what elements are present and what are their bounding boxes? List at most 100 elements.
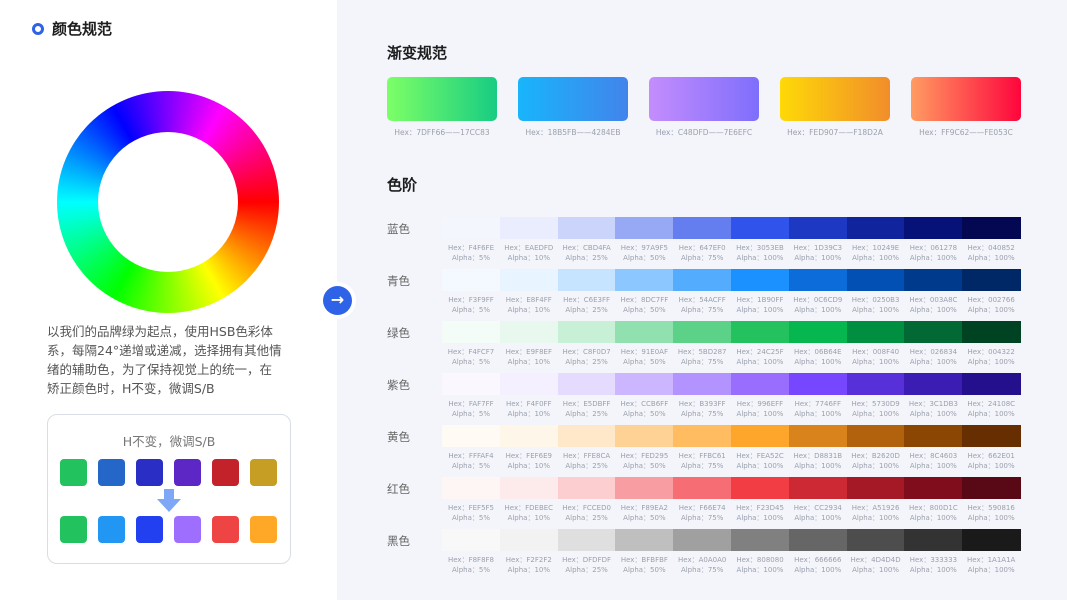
- scale-hex-label: Hex：C6E3FF: [563, 296, 611, 304]
- scale-swatch: [731, 425, 790, 447]
- scale-alpha-label: Alpha：25%: [565, 514, 608, 522]
- scale-swatch: [788, 529, 848, 551]
- scale-hex-label: Hex：662E01: [967, 452, 1015, 460]
- scale-hex-label: Hex：F4F6FE: [448, 244, 494, 252]
- scale-alpha-label: Alpha：100%: [736, 410, 784, 418]
- before-adjust-swatch: [212, 459, 239, 486]
- scale-alpha-label: Alpha：75%: [680, 514, 724, 522]
- scale-hex-label: Hex：54ACFF: [678, 296, 726, 304]
- scale-alpha-label: Alpha：100%: [852, 254, 900, 262]
- scale-hex-label: Hex：24108C: [967, 400, 1016, 408]
- scale-alpha-label: Alpha：50%: [623, 410, 666, 418]
- scale-swatch: [962, 269, 1021, 291]
- scale-swatch: [499, 269, 559, 291]
- scale-alpha-label: Alpha：50%: [623, 514, 666, 522]
- scale-hex-label: Hex：FEA52C: [736, 452, 784, 460]
- scale-hex-label: Hex：800D1C: [909, 504, 958, 512]
- scale-swatch: [904, 529, 963, 551]
- scale-swatch: [442, 373, 501, 395]
- scale-alpha-label: Alpha：100%: [736, 514, 784, 522]
- scale-hex-label: Hex：003A8C: [909, 296, 958, 304]
- next-arrow-button[interactable]: →: [323, 286, 352, 315]
- scale-hex-label: Hex：B393FF: [678, 400, 726, 408]
- scale-hex-label: Hex：F2F2F2: [505, 556, 552, 564]
- scale-section-title: 色阶: [387, 176, 418, 194]
- gradient-caption: Hex：C48DFD——7E6EFC: [655, 128, 753, 137]
- scale-swatch: [846, 373, 905, 395]
- before-adjust-swatch: [174, 459, 201, 486]
- scale-alpha-label: Alpha：100%: [736, 254, 784, 262]
- scale-swatch: [557, 425, 616, 447]
- gradient-swatch: [911, 77, 1021, 121]
- scale-hex-label: Hex：333333: [909, 556, 958, 564]
- scale-swatch: [904, 373, 963, 395]
- scale-hex-label: Hex：7746FF: [794, 400, 842, 408]
- scale-row-label: 蓝色: [387, 222, 410, 236]
- scale-swatch: [962, 425, 1021, 447]
- scale-hex-label: Hex：CBD4FA: [562, 244, 611, 252]
- scale-alpha-label: Alpha：100%: [852, 358, 900, 366]
- scale-hex-label: Hex：FFFAF4: [448, 452, 494, 460]
- scale-swatch: [904, 269, 963, 291]
- scale-row-label: 青色: [387, 274, 410, 288]
- scale-alpha-label: Alpha：10%: [507, 566, 551, 574]
- scale-swatch: [846, 477, 905, 499]
- scale-swatch: [442, 529, 501, 551]
- scale-hex-label: Hex：3C1DB3: [908, 400, 958, 408]
- scale-alpha-label: Alpha：100%: [736, 566, 784, 574]
- scale-hex-label: Hex：8C4603: [909, 452, 958, 460]
- scale-hex-label: Hex：3053EB: [736, 244, 784, 252]
- gradient-caption: Hex：FF9C62——FE053C: [919, 128, 1013, 137]
- scale-alpha-label: Alpha：5%: [451, 358, 490, 366]
- scale-alpha-label: Alpha：100%: [736, 306, 784, 314]
- scale-alpha-label: Alpha：5%: [451, 306, 490, 314]
- scale-swatch: [499, 529, 559, 551]
- scale-hex-label: Hex：F4FCF7: [447, 348, 495, 356]
- scale-row-label: 红色: [387, 482, 410, 496]
- before-adjust-swatch: [60, 459, 87, 486]
- scale-alpha-label: Alpha：100%: [794, 514, 842, 522]
- scale-alpha-label: Alpha：25%: [565, 306, 608, 314]
- scale-alpha-label: Alpha：25%: [565, 358, 608, 366]
- scale-hex-label: Hex：E9F8EF: [505, 348, 552, 356]
- scale-alpha-label: Alpha：100%: [794, 358, 842, 366]
- scale-swatch: [904, 321, 963, 343]
- scale-swatch: [846, 321, 905, 343]
- scale-hex-label: Hex：FEF5F5: [448, 504, 494, 512]
- after-adjust-swatch: [136, 516, 163, 543]
- scale-swatch: [615, 373, 674, 395]
- scale-swatch: [673, 217, 732, 239]
- scale-hex-label: Hex：FAF7FF: [448, 400, 494, 408]
- scale-alpha-label: Alpha：100%: [967, 306, 1015, 314]
- scale-alpha-label: Alpha：100%: [909, 462, 957, 470]
- scale-swatch: [615, 217, 674, 239]
- scale-alpha-label: Alpha：100%: [852, 306, 900, 314]
- scale-alpha-label: Alpha：25%: [565, 254, 608, 262]
- before-adjust-swatch: [136, 459, 163, 486]
- scale-swatch: [731, 373, 790, 395]
- scale-swatch: [557, 477, 616, 499]
- scale-hex-label: Hex：647EF0: [678, 244, 726, 252]
- scale-swatch: [904, 217, 963, 239]
- scale-hex-label: Hex：F8F8F8: [447, 556, 495, 564]
- scale-alpha-label: Alpha：75%: [680, 410, 724, 418]
- scale-hex-label: Hex：CC2934: [793, 504, 842, 512]
- scale-alpha-label: Alpha：5%: [451, 462, 490, 470]
- color-description: 以我们的品牌绿为起点，使用HSB色彩体 系，每隔24°递增或递减，选择拥有其他情…: [47, 322, 297, 398]
- scale-swatch: [673, 373, 732, 395]
- scale-alpha-label: Alpha：10%: [507, 462, 551, 470]
- scale-swatch: [788, 425, 848, 447]
- scale-swatch: [788, 321, 848, 343]
- scale-hex-label: Hex：1B90FF: [736, 296, 784, 304]
- scale-hex-label: Hex：026834: [909, 348, 958, 356]
- scale-swatch: [846, 269, 905, 291]
- scale-alpha-label: Alpha：5%: [451, 566, 490, 574]
- demo-card-title: H不变，微调S/B: [122, 434, 216, 449]
- scale-alpha-label: Alpha：100%: [852, 410, 900, 418]
- scale-alpha-label: Alpha：10%: [507, 306, 551, 314]
- scale-hex-label: Hex：D8831B: [793, 452, 843, 460]
- scale-hex-label: Hex：FFE8CA: [562, 452, 611, 460]
- scale-swatch: [731, 477, 790, 499]
- scale-hex-label: Hex：91E0AF: [620, 348, 668, 356]
- scale-alpha-label: Alpha：25%: [565, 566, 608, 574]
